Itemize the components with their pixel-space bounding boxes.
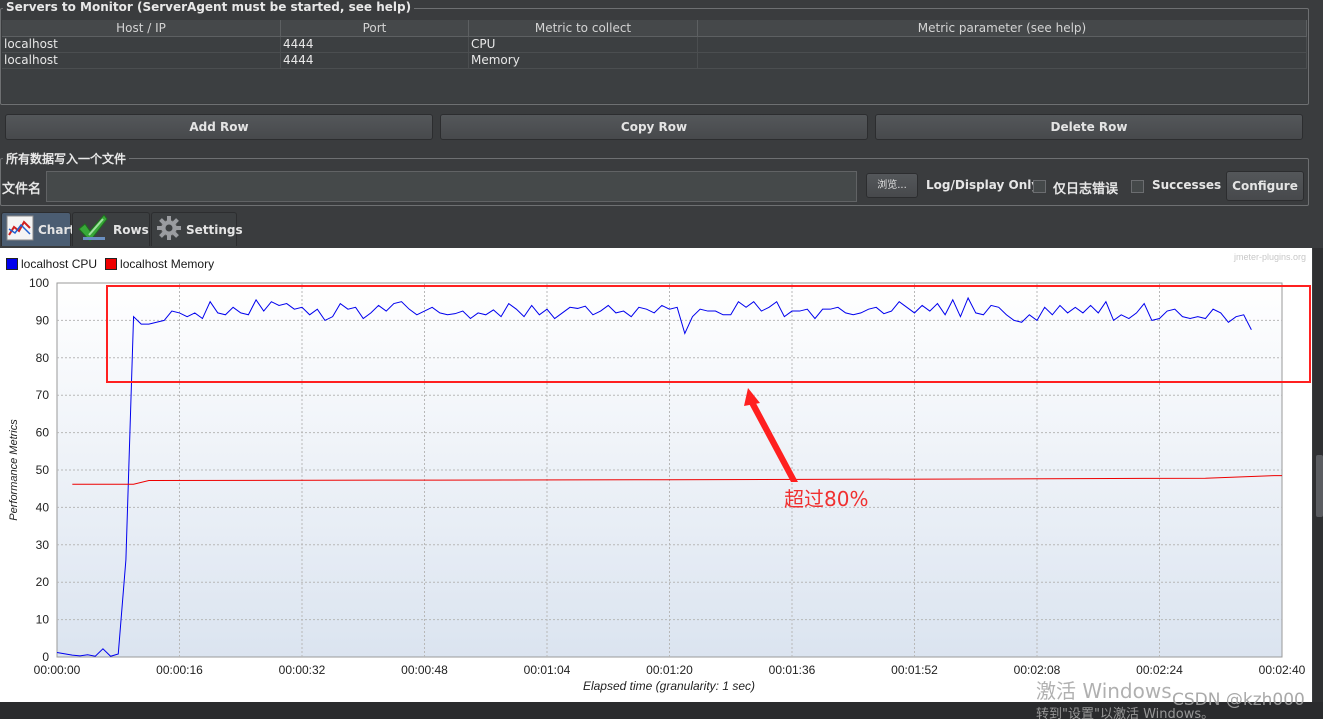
csdn-watermark: CSDN @kzh000: [1172, 690, 1305, 710]
errors-only-checkbox[interactable]: [1033, 180, 1046, 193]
tab-settings-label: Settings: [186, 222, 243, 237]
y-tick-label: 10: [36, 613, 50, 627]
y-axis-label: Performance Metrics: [8, 419, 20, 521]
y-tick-label: 100: [29, 276, 49, 290]
y-tick-label: 30: [36, 538, 50, 552]
cell-metric[interactable]: CPU: [469, 37, 698, 52]
cell-param[interactable]: [698, 53, 1307, 68]
cell-metric[interactable]: Memory: [469, 53, 698, 68]
checkmark-icon: [77, 213, 109, 246]
x-tick-label: 00:00:48: [401, 663, 448, 677]
log-display-only-label: Log/Display Only:: [926, 178, 1044, 192]
add-row-button[interactable]: Add Row: [5, 114, 433, 140]
file-group-title: 所有数据写入一个文件: [3, 150, 130, 167]
successes-checkbox[interactable]: [1131, 180, 1144, 193]
filename-label: 文件名: [2, 182, 42, 197]
x-tick-label: 00:01:04: [524, 663, 571, 677]
tab-chart[interactable]: Chart: [1, 212, 75, 246]
y-tick-label: 40: [36, 500, 50, 514]
table-row[interactable]: localhost 4444 CPU: [2, 37, 1307, 53]
column-port[interactable]: Port: [281, 20, 469, 36]
cell-port[interactable]: 4444: [281, 37, 469, 52]
tab-rows-label: Rows: [113, 222, 149, 237]
servers-table[interactable]: Host / IP Port Metric to collect Metric …: [2, 20, 1307, 103]
legend-swatch: [105, 258, 118, 270]
column-host[interactable]: Host / IP: [2, 20, 281, 36]
y-tick-label: 80: [36, 351, 50, 365]
y-tick-label: 70: [36, 388, 50, 402]
successes-label: Successes: [1152, 178, 1222, 192]
tab-rows[interactable]: Rows: [72, 212, 150, 246]
tab-settings[interactable]: Settings: [151, 212, 243, 246]
cell-host[interactable]: localhost: [2, 53, 281, 68]
y-tick-label: 50: [36, 463, 50, 477]
legend-label: localhost CPU: [21, 257, 98, 271]
x-tick-label: 00:01:36: [769, 663, 816, 677]
x-tick-label: 00:02:40: [1259, 663, 1306, 677]
x-axis-label: Elapsed time (granularity: 1 sec): [583, 679, 755, 693]
scrollbar-thumb[interactable]: [1316, 455, 1323, 517]
browse-button[interactable]: 浏览...: [866, 173, 918, 198]
cell-port[interactable]: 4444: [281, 53, 469, 68]
tab-chart-label: Chart: [38, 222, 76, 237]
servers-group: Servers to Monitor (ServerAgent must be …: [0, 0, 1309, 105]
legend-label: localhost Memory: [120, 257, 215, 271]
legend-item-memory[interactable]: localhost Memory: [105, 257, 214, 271]
y-tick-label: 90: [36, 313, 50, 327]
y-tick-label: 0: [42, 650, 49, 664]
configure-button[interactable]: Configure: [1226, 171, 1304, 201]
column-metric-parameter[interactable]: Metric parameter (see help): [698, 20, 1307, 36]
y-tick-label: 60: [36, 426, 50, 440]
chart-legend: localhost CPU localhost Memory: [6, 257, 214, 271]
x-tick-label: 00:00:00: [34, 663, 81, 677]
errors-only-label: 仅日志错误: [1053, 182, 1119, 197]
x-tick-label: 00:01:20: [646, 663, 693, 677]
legend-item-cpu[interactable]: localhost CPU: [6, 257, 97, 271]
chart-icon: [6, 215, 34, 244]
y-tick-label: 20: [36, 575, 50, 589]
chart-branding: jmeter-plugins.org: [1233, 252, 1306, 262]
table-row[interactable]: localhost 4444 Memory: [2, 53, 1307, 69]
servers-group-title: Servers to Monitor (ServerAgent must be …: [3, 0, 415, 14]
cell-param[interactable]: [698, 37, 1307, 52]
copy-row-button[interactable]: Copy Row: [440, 114, 868, 140]
annotation-text: 超过80%: [784, 487, 869, 511]
x-tick-label: 00:00:32: [279, 663, 326, 677]
filename-input[interactable]: [46, 171, 857, 202]
delete-row-button[interactable]: Delete Row: [875, 114, 1303, 140]
column-metric[interactable]: Metric to collect: [469, 20, 698, 36]
servers-table-header: Host / IP Port Metric to collect Metric …: [2, 20, 1307, 37]
x-tick-label: 00:00:16: [156, 663, 203, 677]
legend-swatch: [6, 258, 18, 270]
gear-icon: [156, 215, 182, 244]
activate-windows-watermark: 激活 Windows: [1036, 679, 1172, 703]
performance-chart: 0 10 20 30 40 50 60 70 80 90 100 00:00:00 00:00:16 0…: [8, 276, 1311, 693]
chart-panel[interactable]: 0 10 20 30 40 50 60 70 80 90 100 00:00:00 00:00:16 0…: [0, 248, 1312, 702]
x-tick-label: 00:01:52: [891, 663, 938, 677]
cell-host[interactable]: localhost: [2, 37, 281, 52]
